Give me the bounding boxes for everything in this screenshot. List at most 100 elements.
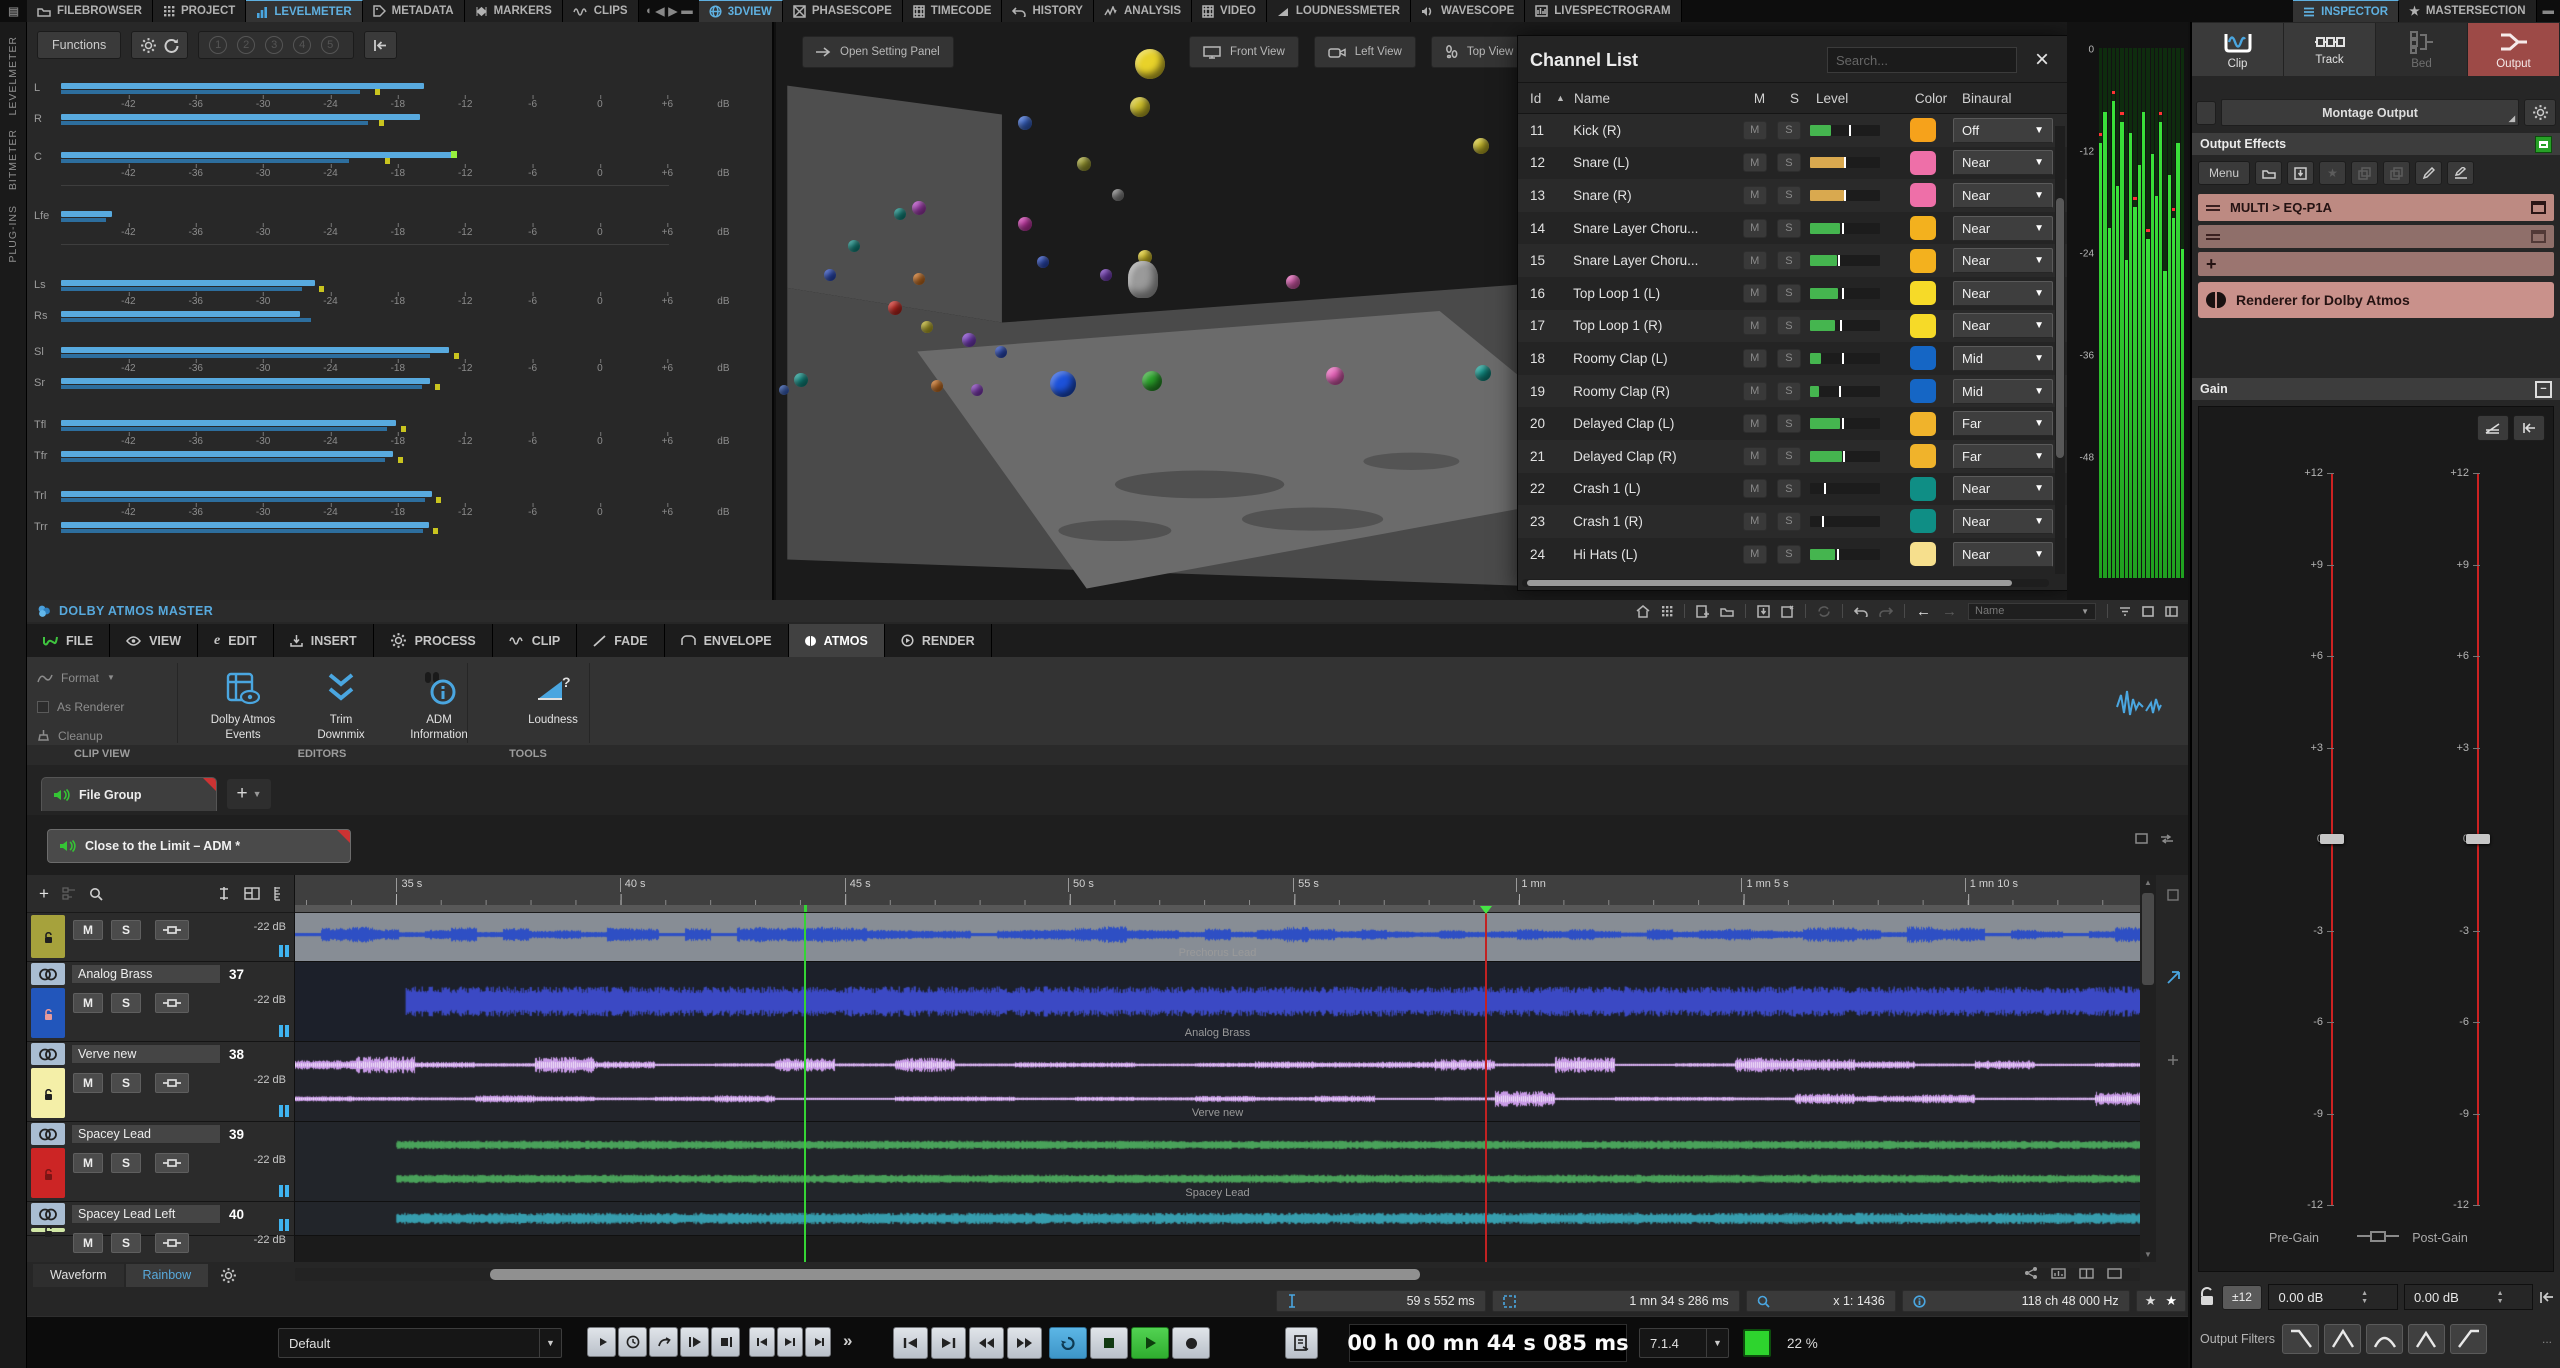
solo-button[interactable]: S: [1777, 545, 1801, 564]
panel-tab-inspector[interactable]: INSPECTOR: [2293, 0, 2399, 22]
audio-object-sphere[interactable]: [913, 273, 925, 285]
sync-icon[interactable]: [1817, 605, 1831, 618]
audio-object-sphere[interactable]: [1112, 189, 1124, 201]
preset-2-button[interactable]: 2: [237, 36, 255, 54]
inspector-tab-bed[interactable]: Bed: [2376, 23, 2468, 76]
forward-button[interactable]: [1007, 1327, 1042, 1359]
channel-row-21[interactable]: 21 Delayed Clap (R) M S Far▼: [1518, 440, 2067, 473]
layout-icon[interactable]: [2165, 606, 2178, 617]
track-lane[interactable]: Verve new: [295, 1042, 2140, 1122]
wave-mode-tab-waveform[interactable]: Waveform: [33, 1264, 124, 1287]
ribbon-tab-edit[interactable]: eEDIT: [198, 624, 274, 657]
solo-button[interactable]: S: [1777, 284, 1801, 303]
panel-tab-loudnessmeter[interactable]: LOUDNESSMETER: [1267, 0, 1411, 22]
add-effect-slot[interactable]: +: [2198, 252, 2554, 276]
binaural-select[interactable]: Near▼: [1953, 313, 2053, 338]
reload-icon[interactable]: [163, 38, 179, 53]
detach-window-icon[interactable]: [2135, 833, 2148, 844]
reset-values-icon[interactable]: [2539, 1291, 2554, 1304]
binaural-select[interactable]: Near▼: [1953, 150, 2053, 175]
share-icon[interactable]: [2024, 1266, 2038, 1280]
solo-button[interactable]: S: [1777, 121, 1801, 140]
filter-hp-button[interactable]: [2450, 1324, 2487, 1354]
open-preset-icon[interactable]: [2255, 161, 2282, 185]
channel-color-swatch[interactable]: [1910, 509, 1936, 533]
audio-object-sphere[interactable]: [912, 201, 926, 215]
pre-gain-fader[interactable]: +12+9+6+30-3-6-9-12: [2245, 473, 2375, 1205]
channel-color-swatch[interactable]: [1910, 216, 1936, 240]
channel-color-swatch[interactable]: [1910, 249, 1936, 273]
lock-icon[interactable]: [43, 991, 54, 1038]
status-inf[interactable]: 118 ch 48 000 Hz: [1902, 1290, 2130, 1312]
render-file-button[interactable]: [1285, 1327, 1318, 1359]
channel-row-12[interactable]: 12 Snare (L) M S Near▼: [1518, 147, 2067, 180]
channel-row-14[interactable]: 14 Snare Layer Choru... M S Near▼: [1518, 212, 2067, 245]
meter-settings-group[interactable]: [131, 31, 188, 59]
mute-button[interactable]: M: [1743, 479, 1767, 498]
ribbon-tab-clip[interactable]: CLIP: [493, 624, 577, 657]
preset-4-button[interactable]: 4: [293, 36, 311, 54]
panel-tab-timecode[interactable]: TIMECODE: [903, 0, 1003, 22]
preset-5-button[interactable]: 5: [321, 36, 339, 54]
skip-start-button[interactable]: [893, 1327, 928, 1359]
audio-object-sphere[interactable]: [824, 269, 836, 281]
file-group-tab[interactable]: File Group: [41, 777, 217, 811]
binaural-select[interactable]: Near▼: [1953, 248, 2053, 273]
binaural-select[interactable]: Far▼: [1953, 411, 2053, 436]
mute-button[interactable]: M: [1743, 153, 1767, 172]
inspector-tab-output[interactable]: Output: [2468, 23, 2560, 76]
status-cur[interactable]: 59 s 552 ms: [1276, 1290, 1486, 1312]
channel-color-swatch[interactable]: [1910, 379, 1936, 403]
solo-button[interactable]: S: [1777, 382, 1801, 401]
channel-row-13[interactable]: 13 Snare (R) M S Near▼: [1518, 179, 2067, 212]
side-tab-bitmeter[interactable]: BITMETER: [7, 129, 19, 190]
vertical-scrollbar[interactable]: ▲▼: [2140, 875, 2156, 1262]
audio-object-sphere[interactable]: [971, 384, 983, 396]
undo-icon[interactable]: [1854, 606, 1868, 617]
panel-tab-livespectrogram[interactable]: LIVESPECTROGRAM: [1525, 0, 1681, 22]
track-color-strip[interactable]: [31, 1148, 65, 1198]
ribbon-tab-envelope[interactable]: ENVELOPE: [665, 624, 789, 657]
channel-config-select[interactable]: 7.1.4▼: [1639, 1328, 1729, 1358]
skip-end-button[interactable]: [931, 1327, 966, 1359]
scroll-mode-icon[interactable]: [2167, 1054, 2179, 1066]
track-solo-button[interactable]: S: [111, 1073, 141, 1093]
filter-lp-button[interactable]: [2282, 1324, 2319, 1354]
reset-peaks-button[interactable]: [364, 31, 397, 59]
dolby-atmos-events-button[interactable]: Dolby AtmosEvents: [197, 665, 289, 743]
preset-star-buttons[interactable]: ★★: [2136, 1290, 2186, 1312]
record-button[interactable]: [1172, 1327, 1210, 1359]
channel-color-swatch[interactable]: [1910, 444, 1936, 468]
window-icon[interactable]: [2531, 201, 2546, 214]
channel-row-18[interactable]: 18 Roomy Clap (L) M S Mid▼: [1518, 342, 2067, 375]
ribbon-tab-file[interactable]: FILE: [27, 624, 110, 657]
status-sel[interactable]: 1 mn 34 s 286 ms: [1492, 1290, 1740, 1312]
loudness--button[interactable]: ?Loudness: [507, 665, 599, 728]
mute-button[interactable]: M: [1743, 251, 1767, 270]
stereo-icon[interactable]: [31, 1203, 65, 1225]
zoom-corner-icon[interactable]: [2167, 971, 2180, 984]
jump-next-button[interactable]: [805, 1327, 831, 1357]
pre-roll-clock-button[interactable]: [618, 1327, 647, 1357]
binaural-select[interactable]: Near▼: [1953, 509, 2053, 534]
gain-range-button[interactable]: ±12: [2222, 1285, 2262, 1310]
channel-color-swatch[interactable]: [1910, 542, 1936, 566]
track-name[interactable]: Spacey Lead Left: [71, 1204, 221, 1224]
track-color-strip[interactable]: [31, 1228, 65, 1232]
audio-object-sphere[interactable]: [1018, 217, 1032, 231]
binaural-select[interactable]: Near▼: [1953, 216, 2053, 241]
reset-gain-icon[interactable]: [2513, 415, 2545, 441]
lock-icon[interactable]: [43, 1151, 54, 1198]
montage-output-select[interactable]: Montage Output◢: [2221, 99, 2519, 126]
functions-button[interactable]: Functions: [37, 31, 121, 59]
close-icon[interactable]: ×: [2029, 46, 2055, 74]
panel-tab-clips[interactable]: CLIPS: [563, 0, 639, 22]
channel-row-11[interactable]: 11 Kick (R) M S Off▼: [1518, 114, 2067, 147]
jump-start-button[interactable]: [749, 1327, 775, 1357]
spinner-icon[interactable]: ▲▼: [2468, 1290, 2532, 1305]
favorite-icon[interactable]: ★: [2319, 161, 2346, 185]
track-color-strip[interactable]: [31, 915, 65, 958]
as-renderer-checkbox[interactable]: As Renderer: [37, 692, 124, 721]
paste-icon[interactable]: [2383, 161, 2410, 185]
track-solo-button[interactable]: S: [111, 1153, 141, 1173]
